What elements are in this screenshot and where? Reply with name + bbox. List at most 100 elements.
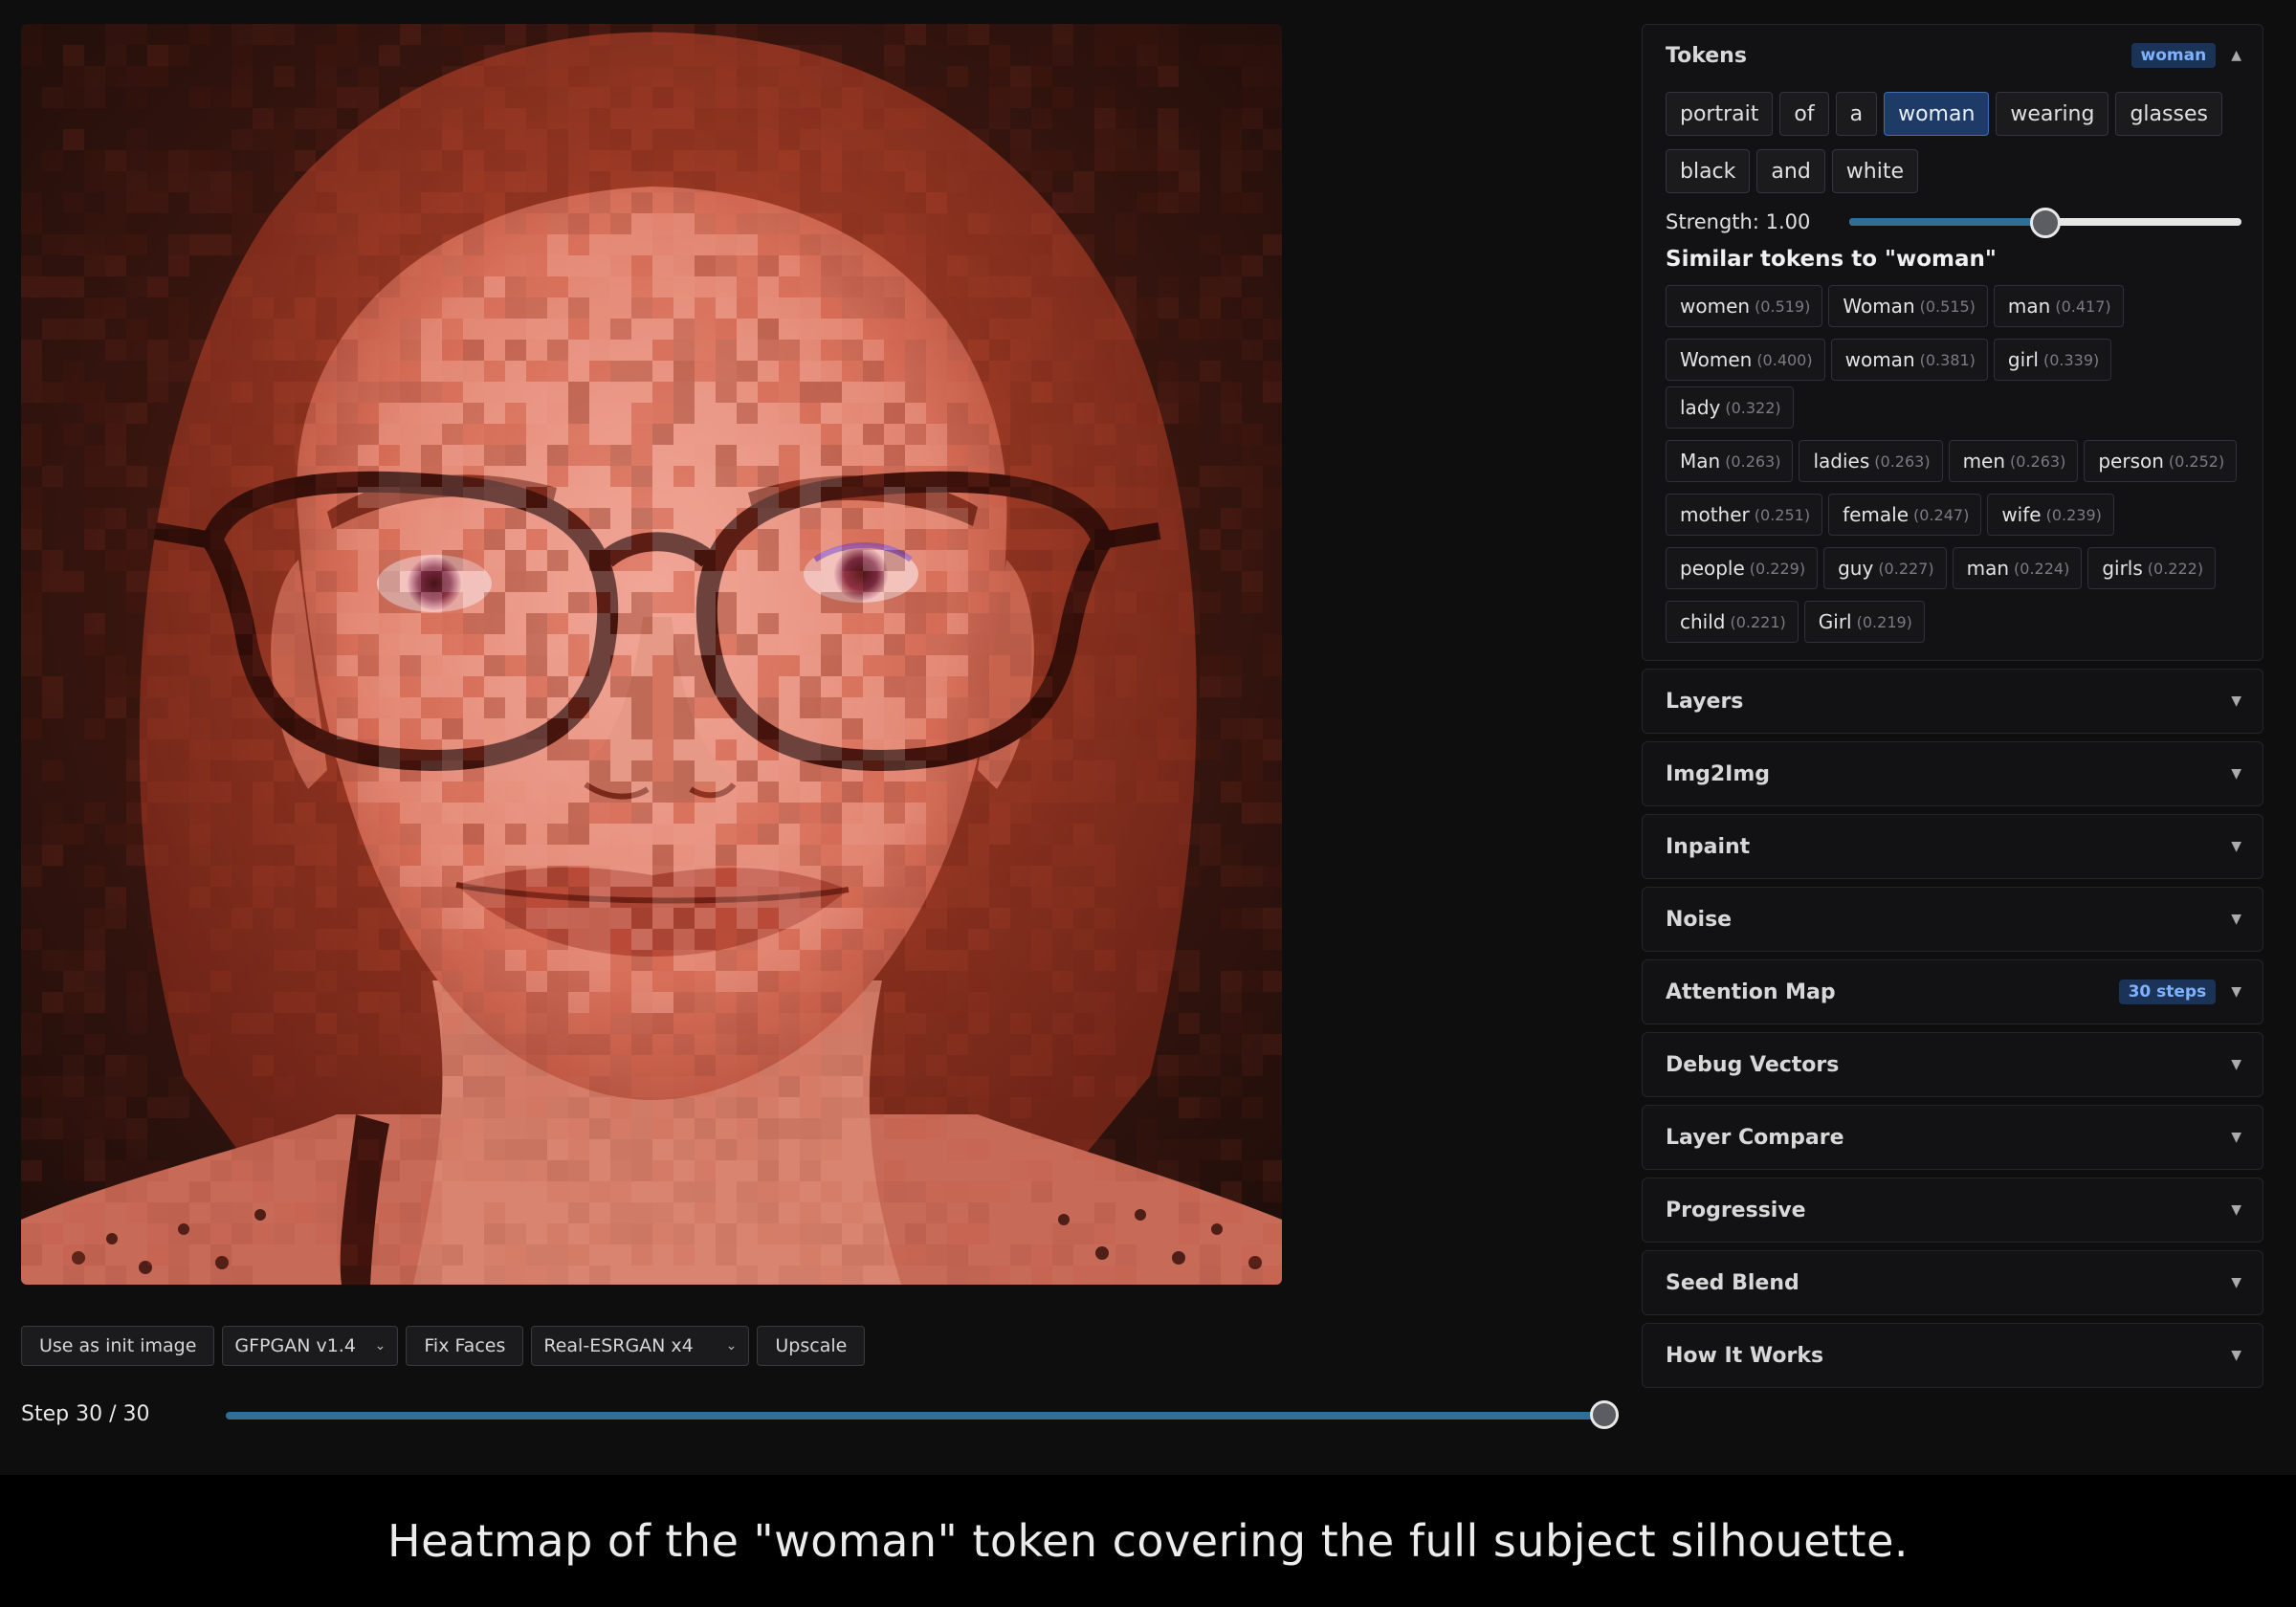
layers-section-title: Layers	[1666, 689, 1744, 714]
debug-vectors-section: Debug Vectors ▼	[1642, 1032, 2263, 1097]
token-chip-black[interactable]: black	[1666, 149, 1751, 193]
progressive-section: Progressive ▼	[1642, 1178, 2263, 1243]
token-chip-and[interactable]: and	[1756, 149, 1825, 193]
similar-token-chip[interactable]: child (0.221)	[1666, 601, 1799, 643]
token-chip-portrait[interactable]: portrait	[1666, 92, 1774, 136]
similar-token-score: (0.263)	[1874, 451, 1931, 471]
chevron-up-icon: ▲	[2231, 48, 2241, 63]
similar-token-word: girls	[2102, 557, 2143, 580]
similar-token-chip[interactable]: person (0.252)	[2084, 440, 2238, 482]
caption-bar: Heatmap of the "woman" token covering th…	[0, 1475, 2296, 1607]
similar-token-word: child	[1680, 610, 1726, 633]
progressive-section-title: Progressive	[1666, 1198, 1806, 1222]
token-chip-woman[interactable]: woman	[1884, 92, 1990, 136]
layer-compare-section-title: Layer Compare	[1666, 1125, 1844, 1150]
progressive-section-header[interactable]: Progressive ▼	[1643, 1178, 2263, 1242]
inpaint-section-header[interactable]: Inpaint ▼	[1643, 815, 2263, 878]
attention-map-section: Attention Map 30 steps ▼	[1642, 959, 2263, 1024]
similar-token-word: people	[1680, 557, 1745, 580]
seed-blend-section: Seed Blend ▼	[1642, 1250, 2263, 1315]
similar-token-word: men	[1962, 450, 2006, 473]
debug-vectors-section-title: Debug Vectors	[1666, 1052, 1840, 1077]
similar-token-score: (0.222)	[2147, 559, 2204, 578]
similar-token-chip[interactable]: mother (0.251)	[1666, 494, 1823, 536]
similar-token-score: (0.221)	[1730, 612, 1786, 631]
img2img-section-header[interactable]: Img2Img ▼	[1643, 742, 2263, 805]
similar-token-word: women	[1680, 295, 1751, 318]
chevron-down-icon: ▼	[2231, 1275, 2241, 1290]
similar-token-word: female	[1843, 503, 1910, 526]
how-it-works-section-header[interactable]: How It Works ▼	[1643, 1324, 2263, 1387]
upscale-button[interactable]: Upscale	[757, 1326, 866, 1366]
chevron-down-icon: ▼	[2231, 839, 2241, 854]
similar-token-word: lady	[1680, 396, 1721, 419]
similar-token-score: (0.247)	[1913, 505, 1970, 524]
token-chip-a[interactable]: a	[1835, 92, 1878, 136]
step-slider-thumb[interactable]	[1590, 1400, 1619, 1429]
similar-token-chip[interactable]: people (0.229)	[1666, 547, 1819, 589]
layers-section-header[interactable]: Layers ▼	[1643, 670, 2263, 733]
use-as-init-image-button[interactable]: Use as init image	[21, 1326, 215, 1366]
similar-token-chip[interactable]: man (0.224)	[1952, 547, 2083, 589]
similar-token-chip[interactable]: Women (0.400)	[1666, 339, 1825, 381]
face-restore-model-select[interactable]: GFPGAN v1.4 ⌄	[222, 1326, 399, 1366]
similar-token-word: ladies	[1813, 450, 1870, 473]
token-chip-wearing[interactable]: wearing	[1996, 92, 2109, 136]
similar-token-chip[interactable]: Girl (0.219)	[1803, 601, 1925, 643]
similar-token-score: (0.515)	[1919, 297, 1976, 316]
strength-slider-thumb[interactable]	[2030, 208, 2061, 238]
face-restore-model-value: GFPGAN v1.4	[234, 1335, 356, 1356]
similar-token-chip[interactable]: lady (0.322)	[1666, 386, 1794, 429]
layer-compare-section-header[interactable]: Layer Compare ▼	[1643, 1106, 2263, 1169]
similar-token-score: (0.400)	[1756, 350, 1813, 369]
chevron-down-icon: ▼	[2231, 1130, 2241, 1145]
similar-token-score: (0.227)	[1878, 559, 1934, 578]
similar-token-chip[interactable]: girl (0.339)	[1993, 339, 2112, 381]
token-chip-of[interactable]: of	[1779, 92, 1829, 136]
chevron-down-icon: ⌄	[374, 1338, 386, 1354]
similar-token-word: person	[2098, 450, 2164, 473]
attention-map-section-header[interactable]: Attention Map 30 steps ▼	[1643, 960, 2263, 1024]
similar-token-chip[interactable]: men (0.263)	[1948, 440, 2079, 482]
similar-token-chip[interactable]: girls (0.222)	[2087, 547, 2217, 589]
similar-token-chip[interactable]: wife (0.239)	[1987, 494, 2114, 536]
how-it-works-section-title: How It Works	[1666, 1343, 1824, 1368]
similar-token-score: (0.263)	[2010, 451, 2066, 471]
strength-row: Strength: 1.00	[1666, 199, 2241, 247]
similar-token-chip[interactable]: Woman (0.515)	[1828, 285, 1988, 327]
similar-token-word: man	[1966, 557, 2010, 580]
similar-token-word: mother	[1680, 503, 1750, 526]
chevron-down-icon: ⌄	[725, 1338, 738, 1354]
upscaler-select[interactable]: Real-ESRGAN x4 ⌄	[531, 1326, 750, 1366]
similar-token-score: (0.339)	[2042, 350, 2100, 369]
chevron-down-icon: ▼	[2231, 1057, 2241, 1072]
similar-token-chip[interactable]: woman (0.381)	[1830, 339, 1988, 381]
similar-token-score: (0.263)	[1725, 451, 1781, 471]
seed-blend-section-header[interactable]: Seed Blend ▼	[1643, 1251, 2263, 1314]
token-chip-glasses[interactable]: glasses	[2115, 92, 2222, 136]
token-chip-white[interactable]: white	[1831, 149, 1919, 193]
similar-tokens-title: Similar tokens to "woman"	[1666, 247, 1997, 272]
similar-token-chip[interactable]: man (0.417)	[1993, 285, 2124, 327]
similar-token-score: (0.229)	[1749, 559, 1806, 578]
similar-token-score: (0.219)	[1856, 612, 1912, 631]
chevron-down-icon: ▼	[2231, 693, 2241, 709]
similar-token-chip[interactable]: guy (0.227)	[1823, 547, 1947, 589]
fix-faces-button[interactable]: Fix Faces	[406, 1326, 524, 1366]
similar-token-score: (0.322)	[1725, 398, 1781, 417]
layers-section: Layers ▼	[1642, 669, 2263, 734]
token-chip-list: portrait of a woman wearing glasses black and wh…	[1666, 92, 2240, 193]
similar-token-chip[interactable]: Man (0.263)	[1666, 440, 1794, 482]
noise-section: Noise ▼	[1642, 887, 2263, 952]
tokens-section-title: Tokens	[1666, 43, 1747, 68]
noise-section-header[interactable]: Noise ▼	[1643, 888, 2263, 951]
similar-token-chip[interactable]: women (0.519)	[1666, 285, 1823, 327]
debug-vectors-section-header[interactable]: Debug Vectors ▼	[1643, 1033, 2263, 1096]
attention-map-section-title: Attention Map	[1666, 980, 1836, 1004]
similar-token-chip[interactable]: female (0.247)	[1828, 494, 1982, 536]
similar-token-word: wife	[2001, 503, 2042, 526]
tokens-section-header[interactable]: Tokens woman ▲	[1643, 25, 2263, 86]
step-slider-track[interactable]	[226, 1412, 1619, 1420]
similar-token-word: Girl	[1818, 610, 1852, 633]
similar-token-chip[interactable]: ladies (0.263)	[1799, 440, 1943, 482]
